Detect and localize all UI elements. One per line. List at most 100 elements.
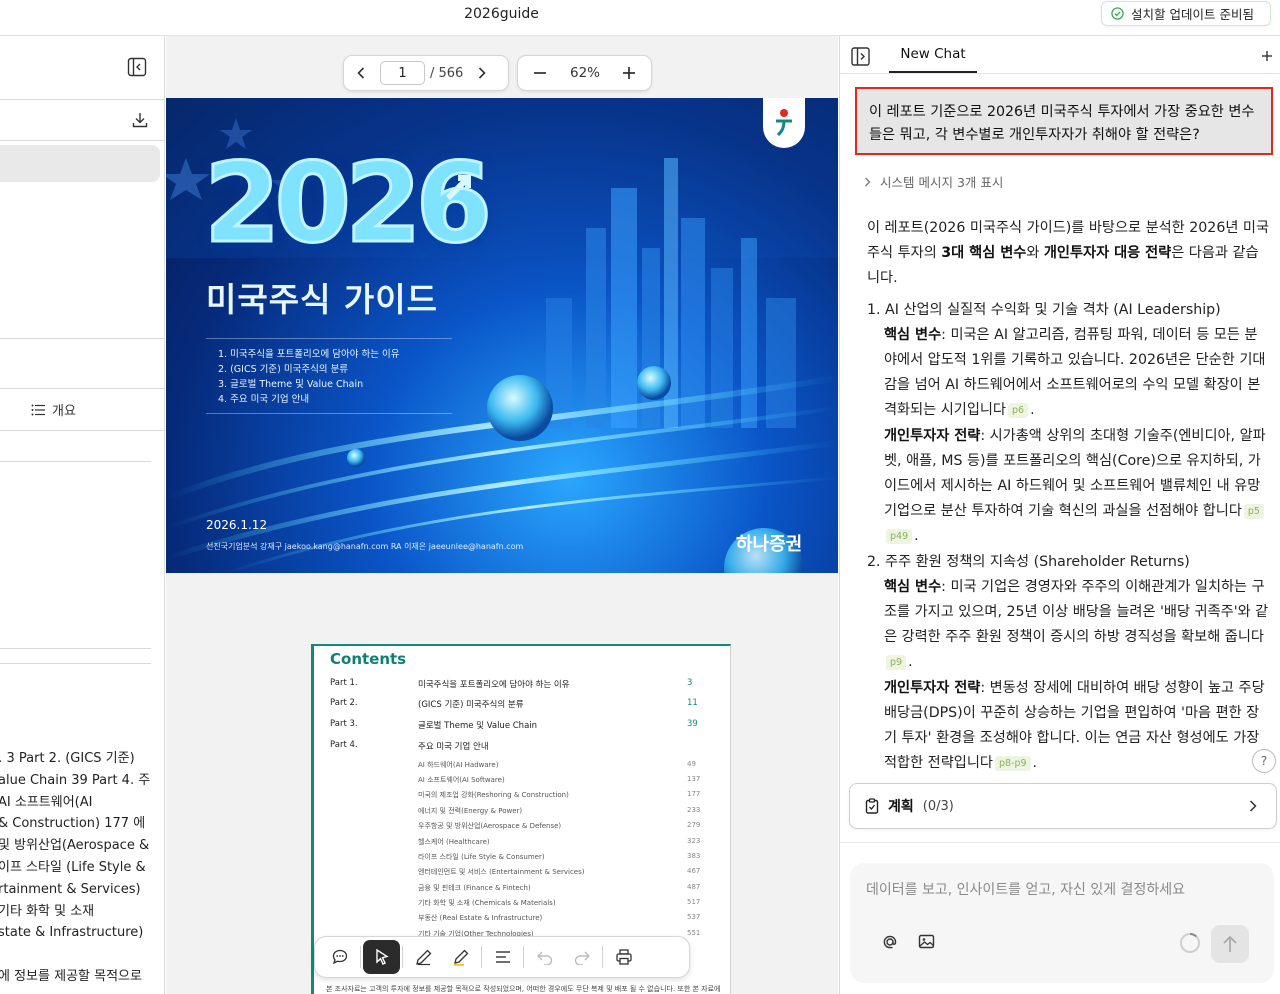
sub-title: 부동산 (Real Estate & Infrastructure) — [418, 914, 543, 922]
sub-title: 미국의 제조업 강화(Reshoring & Construction) — [418, 791, 569, 799]
part-title: 주요 미국 기업 안내 — [418, 742, 489, 752]
next-page-icon[interactable] — [477, 66, 487, 80]
download-icon[interactable] — [131, 111, 149, 129]
sub-title: 기타 화학 및 소재 (Chemicals & Materials) — [418, 899, 556, 907]
system-messages-label: 시스템 메시지 3개 표시 — [880, 175, 1004, 190]
annotation-toolbar — [314, 936, 690, 978]
sub-page: 383 — [687, 852, 701, 860]
chevron-right-icon — [864, 177, 871, 187]
send-button[interactable] — [1211, 925, 1249, 963]
cover-toc-item: 2. (GICS 기준) 미국주식의 분류 — [218, 364, 349, 375]
new-tab-plus-icon[interactable] — [1261, 50, 1273, 62]
sub-page: 537 — [687, 913, 701, 921]
sub-page: 137 — [687, 775, 701, 783]
divider — [840, 842, 1280, 843]
contents-sub-row: 부동산 (Real Estate & Infrastructure) 537 — [418, 913, 701, 923]
sub-page: 487 — [687, 883, 701, 891]
page-number-input[interactable] — [380, 61, 425, 85]
chat-panel: New Chat 이 레포트 기준으로 2026년 미국주식 투자에서 가장 중… — [839, 36, 1280, 994]
previous-page-icon[interactable] — [356, 66, 366, 80]
answer-item-title: 2. 주주 환원 정책의 지속성 (Shareholder Returns) — [867, 553, 1190, 570]
redo-icon[interactable] — [563, 940, 600, 974]
tab-new-chat[interactable]: New Chat — [889, 36, 977, 73]
citation-badge[interactable]: p8-p9 — [994, 755, 1031, 771]
sub-title: 헬스케어 (Healthcare) — [418, 838, 490, 846]
cover-title: 미국주식 가이드 — [206, 280, 439, 319]
contents-sub-row: 에너지 및 전력(Energy & Power) 233 — [418, 806, 700, 816]
divider — [0, 430, 164, 431]
hana-logo-icon — [763, 98, 805, 148]
chat-composer — [850, 863, 1274, 983]
divider — [523, 946, 524, 968]
pen-icon[interactable] — [405, 940, 442, 974]
answer-item-title: 1. AI 산업의 실질적 수익화 및 기술 격차 (AI Leadership… — [867, 301, 1221, 318]
highlight-text: 3대 핵심 변수 — [941, 245, 1027, 262]
plan-label: 계획 — [888, 799, 914, 815]
part-page: 3 — [687, 678, 693, 688]
window-title: 2026guide — [464, 6, 539, 22]
update-status-text: 설치할 업데이트 준비됨 — [1131, 7, 1254, 22]
pdf-viewer[interactable]: / 566 62% — [166, 36, 838, 994]
contents-sub-row: 엔터테인먼트 및 서비스 (Entertainment & Services) 4… — [418, 867, 701, 877]
contents-sub-row: 기타 화학 및 소재 (Chemicals & Materials) 517 — [418, 898, 700, 908]
print-icon[interactable] — [605, 940, 642, 974]
divider — [402, 946, 403, 968]
text-line: AI 소프트웨어(AI — [0, 794, 93, 810]
contents-sub-row: AI 소프트웨어(AI Software) 137 — [418, 775, 701, 785]
sub-page: 323 — [687, 837, 701, 845]
clipboard-icon — [865, 798, 879, 814]
arrow-up-icon — [444, 168, 478, 202]
sub-page: 551 — [687, 929, 701, 937]
divider — [0, 140, 164, 141]
citation-badge[interactable]: p49 — [886, 528, 913, 544]
selected-document-item[interactable] — [0, 145, 160, 182]
citation-badge[interactable]: p9 — [886, 654, 907, 670]
select-cursor-icon[interactable] — [363, 940, 400, 974]
sub-title: 우주항공 및 방위산업(Aerospace & Defense) — [418, 822, 562, 830]
system-messages-toggle[interactable]: 시스템 메시지 3개 표시 — [864, 172, 1003, 191]
divider — [0, 388, 164, 389]
update-ready-badge[interactable]: 설치할 업데이트 준비됨 — [1101, 1, 1271, 26]
arrow-up-icon — [1222, 935, 1238, 953]
contents-sub-row: AI 하드웨어(AI Hadware) 49 — [418, 760, 698, 770]
collapse-sidebar-icon[interactable] — [127, 57, 147, 77]
citation-badge[interactable]: p6 — [1007, 402, 1029, 418]
part-page: 39 — [687, 719, 698, 729]
zoom-out-icon[interactable] — [533, 66, 547, 80]
cover-year: 2026 — [202, 139, 493, 267]
contents-sub-row: 라이프 스타일 (Life Style & Consumer) 383 — [418, 852, 701, 862]
toggle-panel-icon[interactable] — [851, 47, 870, 66]
zoom-in-icon[interactable] — [622, 66, 636, 80]
citation-badge[interactable]: p5 — [1243, 503, 1264, 519]
text-align-icon[interactable] — [484, 940, 521, 974]
part-title: 글로벌 Theme 및 Value Chain — [418, 721, 538, 731]
image-icon[interactable] — [918, 933, 935, 950]
highlighter-icon[interactable] — [442, 940, 479, 974]
cover-toc: 1. 미국주식을 포트폴리오에 담아야 하는 이유 2. (GICS 기준) 미… — [206, 338, 452, 414]
cover-authors: 선진국기업분석 강재구 jaekoo.kang@hanafn.com RA 이재… — [206, 542, 524, 551]
sub-title: 금융 및 핀테크 (Finance & Fintech) — [418, 884, 531, 892]
answer-strategy: 개인투자자 전략: 시가총액 상위의 초대형 기술주(엔비디아, 알파벳, 애플… — [884, 427, 1266, 545]
cover-brand: 하나증권 — [736, 534, 803, 555]
highlight-text: 개인투자자 대응 전략 — [1043, 245, 1172, 262]
plan-bar[interactable]: 계획 (0/3) — [849, 783, 1277, 829]
part-title: (GICS 기준) 미국주식의 분류 — [418, 700, 524, 710]
text-line: ․ 3 Part 2. (GICS 기준) — [0, 751, 135, 766]
zoom-level[interactable]: 62% — [570, 65, 600, 81]
outline-button[interactable]: 개요 — [31, 400, 76, 419]
comment-icon[interactable] — [321, 940, 358, 974]
loading-spinner-icon — [1179, 932, 1201, 954]
chat-input[interactable] — [866, 877, 1246, 903]
mention-icon[interactable] — [881, 933, 899, 951]
undo-icon[interactable] — [526, 940, 563, 974]
outline-label: 개요 — [52, 404, 76, 419]
total-pages: / 566 — [430, 65, 464, 81]
text-line: 이프 스타일 (Life Style & — [0, 859, 146, 875]
sub-page: 467 — [687, 867, 701, 875]
help-button[interactable]: ? — [1252, 749, 1276, 773]
check-circle-icon — [1111, 7, 1124, 20]
answer-key-variable: 핵심 변수: 미국은 AI 알고리즘, 컴퓨팅 파워, 데이터 등 모든 분야에… — [884, 326, 1266, 419]
text-line: 기타 화학 및 소재 — [0, 903, 95, 919]
contents-sub-row: 미국의 제조업 강화(Reshoring & Construction) 177 — [418, 790, 700, 800]
part-title: 미국주식을 포트폴리오에 담아야 하는 이유 — [418, 680, 570, 690]
